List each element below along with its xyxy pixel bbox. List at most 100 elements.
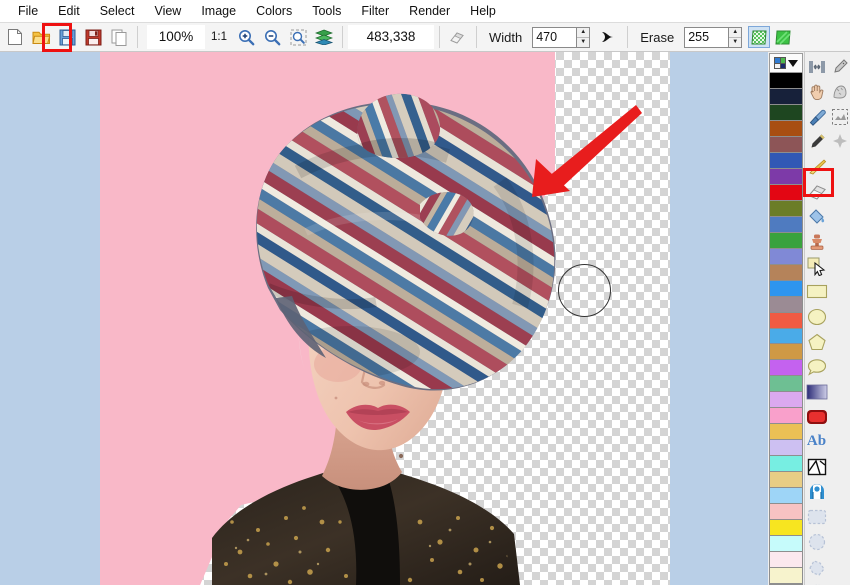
save-as-icon[interactable] <box>82 26 104 48</box>
rectangle-shape-icon[interactable] <box>805 280 828 304</box>
paint-bucket-icon[interactable] <box>805 205 828 229</box>
palette-swatch-1[interactable] <box>770 88 802 105</box>
palette-swatch-14[interactable] <box>770 296 802 313</box>
palette-swatch-16[interactable] <box>770 328 802 345</box>
palette-swatch-13[interactable] <box>770 280 802 297</box>
erase-spin-down-icon[interactable]: ▼ <box>729 38 741 47</box>
zoom-selection-icon[interactable] <box>287 26 309 48</box>
menu-file[interactable]: File <box>8 0 48 22</box>
image-canvas[interactable] <box>100 52 670 585</box>
palette-swatch-17[interactable] <box>770 344 802 361</box>
palette-swatch-22[interactable] <box>770 424 802 441</box>
ellipse-shape-icon[interactable] <box>805 305 828 329</box>
clone-region-icon[interactable] <box>828 105 850 129</box>
menu-select[interactable]: Select <box>90 0 145 22</box>
perspective-icon[interactable] <box>805 455 828 479</box>
eraser-icon[interactable] <box>805 180 828 204</box>
zoom-in-icon[interactable] <box>235 26 257 48</box>
erase-input[interactable]: 255 <box>684 26 729 48</box>
duplicate-icon[interactable] <box>108 26 130 48</box>
color-picker-dropper-icon[interactable] <box>828 55 850 79</box>
zoom-level-field[interactable]: 100% <box>147 25 205 49</box>
palette-swatch-28[interactable] <box>770 520 802 537</box>
speech-bubble-icon[interactable] <box>805 355 828 379</box>
width-spin-down-icon[interactable]: ▼ <box>577 38 589 47</box>
palette-swatch-15[interactable] <box>770 312 802 329</box>
zoom-out-icon[interactable] <box>261 26 283 48</box>
menu-help[interactable]: Help <box>460 0 506 22</box>
erase-solid-icon[interactable] <box>772 26 794 48</box>
eraser-tool-slot[interactable] <box>828 155 850 179</box>
dashed-select-1-icon[interactable] <box>805 505 828 529</box>
dashed-select-4-icon[interactable] <box>805 580 828 585</box>
layers-icon[interactable] <box>313 26 335 48</box>
paintbrush-icon[interactable] <box>805 155 828 179</box>
palette-swatch-24[interactable] <box>770 456 802 473</box>
erase-spin-up-icon[interactable]: ▲ <box>729 28 742 38</box>
eraser-icon[interactable] <box>447 26 469 48</box>
sparkle-select-icon[interactable] <box>828 130 850 154</box>
erase-transparent-icon[interactable] <box>748 26 771 48</box>
palette-swatch-26[interactable] <box>770 488 802 505</box>
palette-swatch-9[interactable] <box>770 216 802 233</box>
width-stepper[interactable]: 470 ▲ ▼ <box>532 26 591 48</box>
clone-stamp-icon[interactable] <box>805 230 828 254</box>
zoom-ratio-label: 1:1 <box>211 31 227 43</box>
rounded-rect-fill-icon[interactable] <box>805 405 828 429</box>
shapes-3d-icon[interactable] <box>805 480 828 504</box>
gradient-icon[interactable] <box>805 380 828 404</box>
width-spin-up-icon[interactable]: ▲ <box>577 28 590 38</box>
chevron-down-icon[interactable] <box>788 59 798 67</box>
palette-swatch-23[interactable] <box>770 440 802 457</box>
menu-image[interactable]: Image <box>191 0 246 22</box>
pencil-icon[interactable] <box>805 130 828 154</box>
palette-swatch-20[interactable] <box>770 392 802 409</box>
move-selection-icon[interactable] <box>805 55 828 79</box>
erase-stepper[interactable]: 255 ▲ ▼ <box>684 26 743 48</box>
width-label: Width <box>489 29 523 45</box>
palette-swatch-18[interactable] <box>770 360 802 377</box>
dashed-select-2-icon[interactable] <box>805 530 828 554</box>
menu-render[interactable]: Render <box>399 0 460 22</box>
width-spin-buttons[interactable]: ▲ ▼ <box>576 26 591 48</box>
palette-swatch-31[interactable] <box>770 568 802 584</box>
palette-swatch-7[interactable] <box>770 184 802 201</box>
palette-swatch-8[interactable] <box>770 200 802 217</box>
pentagon-shape-icon[interactable] <box>805 330 828 354</box>
palette-swatch-list[interactable] <box>769 73 803 585</box>
palette-swatch-5[interactable] <box>770 152 802 169</box>
brush-shape-icon[interactable] <box>598 26 620 48</box>
palette-swatch-27[interactable] <box>770 504 802 521</box>
text-tool-icon[interactable]: Ab <box>805 430 828 454</box>
magic-wand-icon[interactable] <box>828 80 850 104</box>
new-file-icon[interactable] <box>4 26 26 48</box>
select-cursor-icon[interactable] <box>805 255 828 279</box>
palette-swatch-6[interactable] <box>770 168 802 185</box>
palette-swatch-11[interactable] <box>770 248 802 265</box>
palette-swatch-3[interactable] <box>770 120 802 137</box>
palette-swatch-21[interactable] <box>770 408 802 425</box>
palette-swatch-2[interactable] <box>770 104 802 121</box>
dashed-select-3-icon[interactable] <box>805 555 828 579</box>
palette-swatch-10[interactable] <box>770 232 802 249</box>
menu-colors[interactable]: Colors <box>246 0 302 22</box>
eyedropper-icon[interactable] <box>805 105 828 129</box>
palette-swatch-29[interactable] <box>770 536 802 553</box>
palette-swatch-12[interactable] <box>770 264 802 281</box>
pan-hand-icon[interactable] <box>805 80 828 104</box>
menu-view[interactable]: View <box>144 0 191 22</box>
palette-header[interactable] <box>769 53 803 73</box>
width-input[interactable]: 470 <box>532 26 577 48</box>
menu-edit[interactable]: Edit <box>48 0 90 22</box>
palette-swatch-0[interactable] <box>770 73 802 89</box>
palette-swatch-25[interactable] <box>770 472 802 489</box>
open-file-icon[interactable] <box>30 26 52 48</box>
canvas-workspace[interactable] <box>0 52 768 585</box>
palette-swatch-19[interactable] <box>770 376 802 393</box>
erase-spin-buttons[interactable]: ▲ ▼ <box>728 26 743 48</box>
save-icon[interactable] <box>56 26 78 48</box>
palette-swatch-4[interactable] <box>770 136 802 153</box>
menu-tools[interactable]: Tools <box>302 0 351 22</box>
menu-filter[interactable]: Filter <box>351 0 399 22</box>
palette-swatch-30[interactable] <box>770 552 802 569</box>
